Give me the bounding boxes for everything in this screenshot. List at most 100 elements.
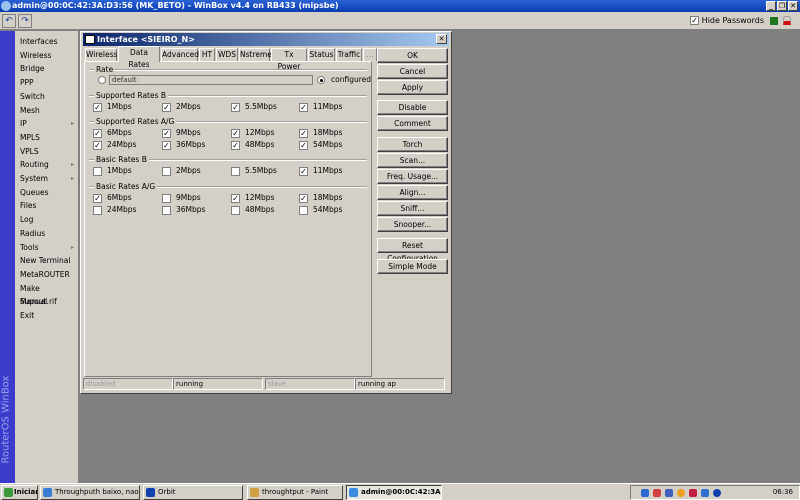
- checkbox-box[interactable]: ✓: [231, 140, 240, 150]
- sidebar-item-mesh[interactable]: Mesh: [20, 104, 76, 117]
- checkbox-supported-rates-a-g-54mbps[interactable]: ✓ 54Mbps: [299, 140, 342, 150]
- hide-passwords-checkbox[interactable]: ✓: [690, 16, 700, 25]
- checkbox-box[interactable]: [162, 205, 171, 215]
- checkbox-box[interactable]: [162, 166, 171, 176]
- checkbox-supported-rates-b-11mbps[interactable]: ✓ 11Mbps: [299, 102, 342, 112]
- checkbox-box[interactable]: ✓: [93, 193, 102, 203]
- sidebar-item-manual[interactable]: Manual: [20, 295, 76, 308]
- minimize-button[interactable]: _: [766, 1, 776, 11]
- freq-usage-button[interactable]: Freq. Usage...: [377, 169, 448, 184]
- hide-passwords-toggle[interactable]: ✓ Hide Passwords: [690, 16, 764, 26]
- checkbox-basic-rates-a-g-48mbps[interactable]: 48Mbps: [231, 205, 274, 215]
- dialog-title-bar[interactable]: Interface <SIEIRO_N> ✕: [83, 33, 449, 46]
- checkbox-supported-rates-b-5-5mbps[interactable]: ✓ 5.5Mbps: [231, 102, 277, 112]
- close-button[interactable]: ✕: [788, 1, 798, 11]
- tab-ht[interactable]: HT: [199, 48, 215, 61]
- checkbox-supported-rates-a-g-36mbps[interactable]: ✓ 36Mbps: [162, 140, 205, 150]
- tab-data-rates[interactable]: Data Rates: [118, 46, 160, 69]
- reset-configuration-button[interactable]: Reset Configuration: [377, 238, 448, 263]
- sidebar-item-mpls[interactable]: MPLS: [20, 131, 76, 144]
- sidebar-item-switch[interactable]: Switch: [20, 90, 76, 103]
- sidebar-item-bridge[interactable]: Bridge: [20, 62, 76, 75]
- comment-button[interactable]: Comment: [377, 116, 448, 131]
- tab-more[interactable]: ...: [363, 48, 377, 61]
- checkbox-box[interactable]: ✓: [231, 102, 240, 112]
- checkbox-supported-rates-a-g-18mbps[interactable]: ✓ 18Mbps: [299, 128, 342, 138]
- rate-default-radio[interactable]: [98, 76, 106, 84]
- restore-button[interactable]: ❐: [777, 1, 787, 11]
- tab-tx-power[interactable]: Tx Power: [271, 48, 307, 71]
- taskbar-item-admin-00-0c-42-3a-d[interactable]: admin@00:0C:42:3A:D...: [346, 485, 442, 500]
- simple-mode-button[interactable]: Simple Mode: [377, 259, 448, 274]
- apply-button[interactable]: Apply: [377, 80, 448, 95]
- shield-icon[interactable]: [689, 489, 697, 497]
- sidebar-item-files[interactable]: Files: [20, 199, 76, 212]
- sidebar-item-metarouter[interactable]: MetaROUTER: [20, 268, 76, 281]
- sidebar-item-system[interactable]: System ▸: [20, 172, 76, 185]
- torch-button[interactable]: Torch: [377, 137, 448, 152]
- sniff-button[interactable]: Sniff...: [377, 201, 448, 216]
- checkbox-basic-rates-a-g-9mbps[interactable]: 9Mbps: [162, 193, 201, 203]
- checkbox-basic-rates-b-5-5mbps[interactable]: 5.5Mbps: [231, 166, 277, 176]
- checkbox-box[interactable]: ✓: [231, 128, 240, 138]
- checkbox-basic-rates-a-g-18mbps[interactable]: ✓ 18Mbps: [299, 193, 342, 203]
- checkbox-box[interactable]: ✓: [93, 140, 102, 150]
- sidebar-item-tools[interactable]: Tools ▸: [20, 241, 76, 254]
- checkbox-basic-rates-b-11mbps[interactable]: ✓ 11Mbps: [299, 166, 342, 176]
- checkbox-basic-rates-b-2mbps[interactable]: 2Mbps: [162, 166, 201, 176]
- checkbox-box[interactable]: [93, 166, 102, 176]
- taskbar-item-orbit[interactable]: Orbit: [143, 485, 243, 500]
- sidebar-item-ip[interactable]: IP ▸: [20, 117, 76, 130]
- sidebar-item-wireless[interactable]: Wireless: [20, 49, 76, 62]
- checkbox-basic-rates-a-g-54mbps[interactable]: 54Mbps: [299, 205, 342, 215]
- messenger-icon[interactable]: [701, 489, 709, 497]
- checkbox-basic-rates-a-g-6mbps[interactable]: ✓ 6Mbps: [93, 193, 132, 203]
- sidebar-item-vpls[interactable]: VPLS: [20, 145, 76, 158]
- ok-button[interactable]: OK: [377, 48, 448, 63]
- taskbar-item-throughtput-paint[interactable]: throughtput - Paint: [247, 485, 343, 500]
- checkbox-basic-rates-a-g-24mbps[interactable]: 24Mbps: [93, 205, 136, 215]
- network-error-icon-2[interactable]: [665, 489, 673, 497]
- checkbox-box[interactable]: ✓: [162, 128, 171, 138]
- align-button[interactable]: Align...: [377, 185, 448, 200]
- checkbox-box[interactable]: [231, 205, 240, 215]
- sidebar-item-queues[interactable]: Queues: [20, 186, 76, 199]
- sidebar-item-make-supout-rif[interactable]: Make Supout.rif: [20, 282, 76, 306]
- rate-configured-radio[interactable]: configured: [317, 75, 371, 85]
- app-tray-icon[interactable]: [677, 489, 685, 497]
- checkbox-supported-rates-a-g-9mbps[interactable]: ✓ 9Mbps: [162, 128, 201, 138]
- checkbox-box[interactable]: [231, 166, 240, 176]
- checkbox-box[interactable]: [162, 193, 171, 203]
- checkbox-supported-rates-b-1mbps[interactable]: ✓ 1Mbps: [93, 102, 132, 112]
- checkbox-box[interactable]: ✓: [299, 166, 308, 176]
- checkbox-box[interactable]: ✓: [299, 140, 308, 150]
- taskbar-item-throughputh-baixo-na[interactable]: Throughputh baixo, nao ...: [40, 485, 140, 500]
- checkbox-supported-rates-a-g-24mbps[interactable]: ✓ 24Mbps: [93, 140, 136, 150]
- checkbox-box[interactable]: [93, 205, 102, 215]
- checkbox-supported-rates-a-g-48mbps[interactable]: ✓ 48Mbps: [231, 140, 274, 150]
- sidebar-item-ppp[interactable]: PPP: [20, 76, 76, 89]
- redo-button[interactable]: ↷: [18, 14, 32, 28]
- undo-button[interactable]: ↶: [2, 14, 16, 28]
- checkbox-box[interactable]: ✓: [93, 128, 102, 138]
- checkbox-supported-rates-b-2mbps[interactable]: ✓ 2Mbps: [162, 102, 201, 112]
- checkbox-box[interactable]: ✓: [299, 128, 308, 138]
- checkbox-basic-rates-b-1mbps[interactable]: 1Mbps: [93, 166, 132, 176]
- sidebar-item-radius[interactable]: Radius: [20, 227, 76, 240]
- dialog-close-button[interactable]: ✕: [436, 34, 447, 44]
- sidebar-item-interfaces[interactable]: Interfaces: [20, 35, 76, 48]
- snooper-button[interactable]: Snooper...: [377, 217, 448, 232]
- checkbox-supported-rates-a-g-6mbps[interactable]: ✓ 6Mbps: [93, 128, 132, 138]
- tab-wireless[interactable]: Wireless: [85, 48, 117, 61]
- sidebar-item-routing[interactable]: Routing ▸: [20, 158, 76, 171]
- tab-status[interactable]: Status: [308, 48, 335, 61]
- checkbox-basic-rates-a-g-36mbps[interactable]: 36Mbps: [162, 205, 205, 215]
- sidebar-item-exit[interactable]: Exit: [20, 309, 76, 322]
- checkbox-supported-rates-a-g-12mbps[interactable]: ✓ 12Mbps: [231, 128, 274, 138]
- sidebar-item-new-terminal[interactable]: New Terminal: [20, 254, 76, 267]
- network-error-icon[interactable]: [653, 489, 661, 497]
- orbit-icon[interactable]: [713, 489, 721, 497]
- cancel-button[interactable]: Cancel: [377, 64, 448, 79]
- checkbox-box[interactable]: [299, 205, 308, 215]
- start-button[interactable]: Iniciar: [1, 485, 38, 500]
